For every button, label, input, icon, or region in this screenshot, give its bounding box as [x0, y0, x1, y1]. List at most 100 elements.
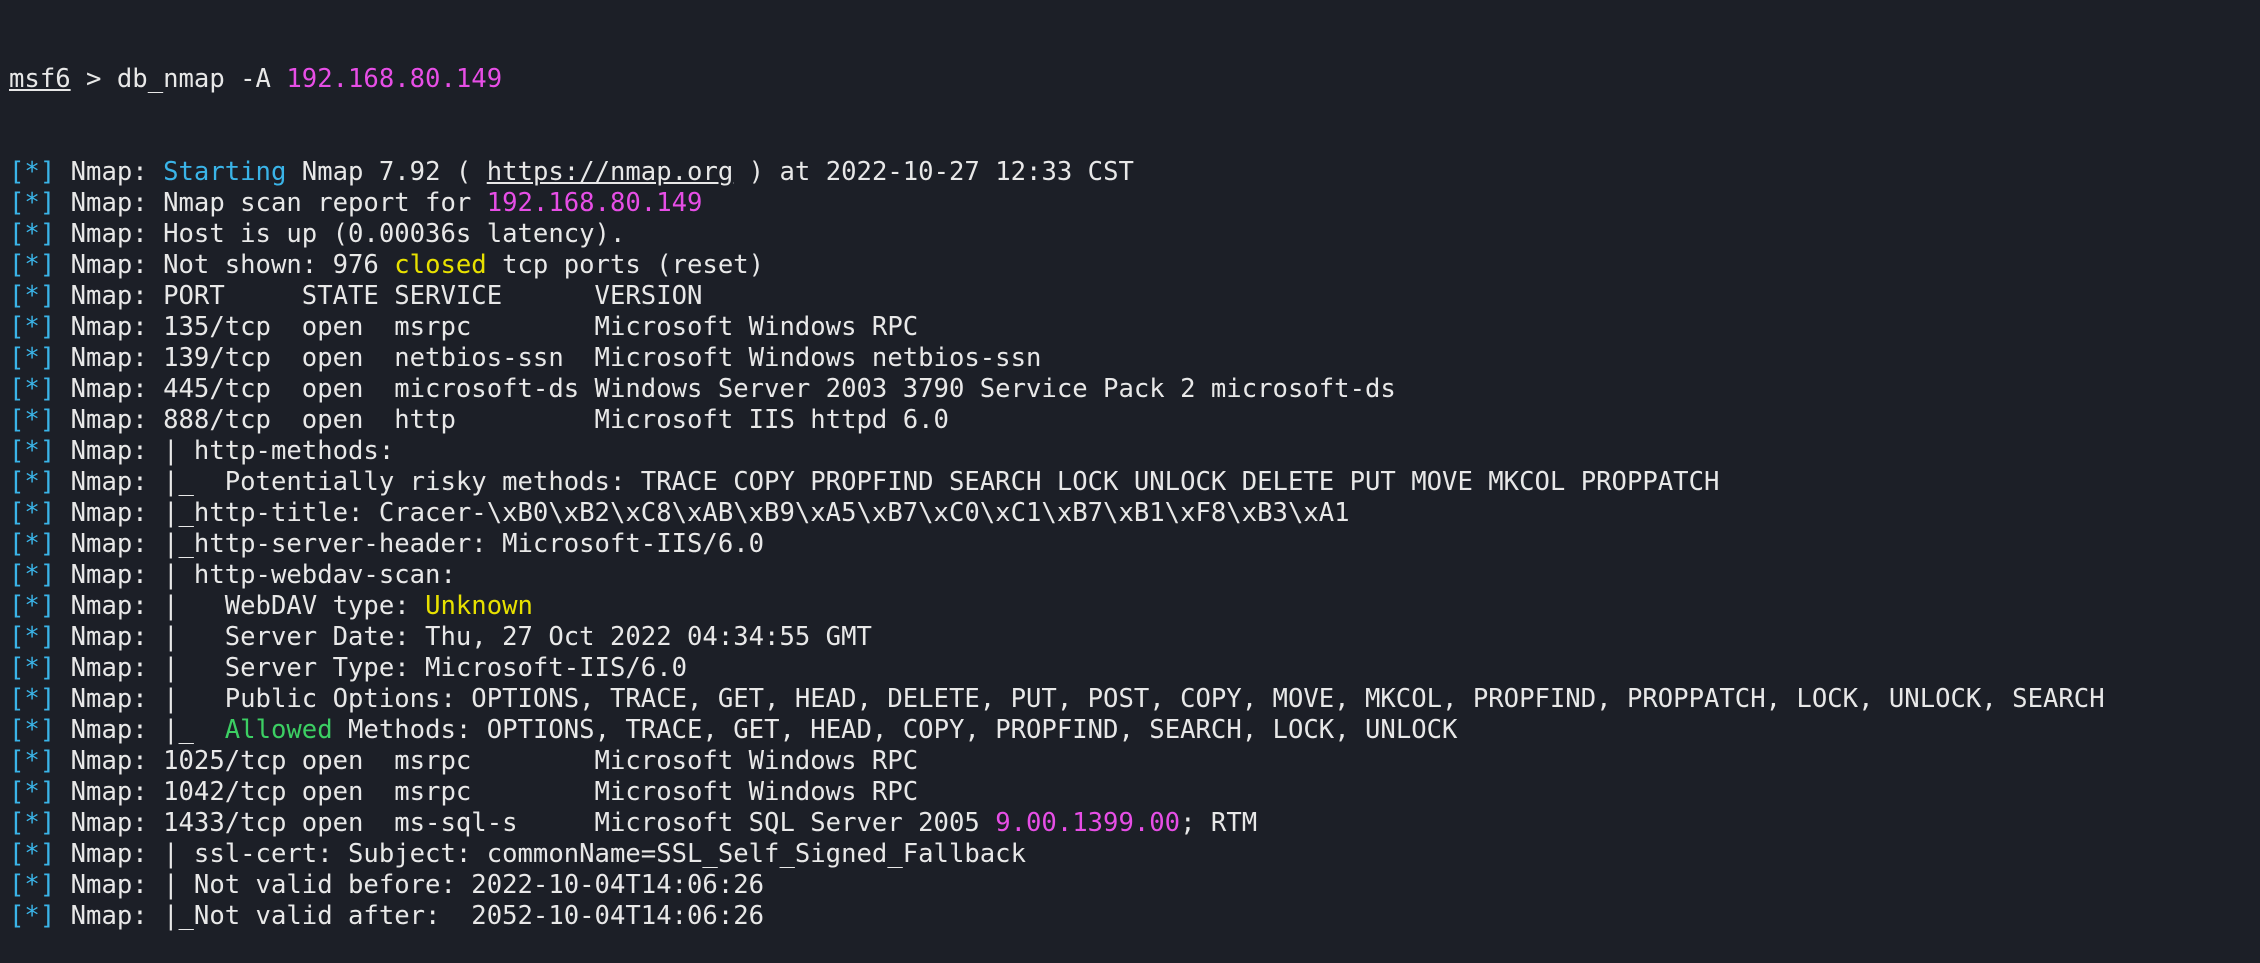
- output-line: [*] Nmap: | WebDAV type: Unknown: [9, 591, 2260, 622]
- line-prefix: Nmap:: [55, 498, 164, 528]
- line-prefix: Nmap:: [55, 436, 164, 466]
- line-prefix: Nmap:: [55, 653, 164, 683]
- output-line: [*] Nmap: | http-webdav-scan:: [9, 560, 2260, 591]
- output-text: Nmap scan report for: [163, 188, 487, 218]
- prompt-label: msf6: [9, 64, 71, 94]
- status-tag: [*]: [9, 467, 56, 497]
- output-text: 139/tcp open netbios-ssn Microsoft Windo…: [163, 343, 1042, 373]
- line-prefix: Nmap:: [55, 777, 164, 807]
- output-text: 1042/tcp open msrpc Microsoft Windows RP…: [163, 777, 919, 807]
- output-line: [*] Nmap: Not shown: 976 closed tcp port…: [9, 250, 2260, 281]
- line-prefix: Nmap:: [55, 374, 164, 404]
- output-text: 1025/tcp open msrpc Microsoft Windows RP…: [163, 746, 919, 776]
- status-tag: [*]: [9, 901, 56, 931]
- output-line: [*] Nmap: 1025/tcp open msrpc Microsoft …: [9, 746, 2260, 777]
- terminal-window[interactable]: msf6 > db_nmap -A 192.168.80.149 [*] Nma…: [0, 0, 2260, 931]
- output-text: |_ Potentially risky methods: TRACE COPY…: [163, 467, 1720, 497]
- output-text: | ssl-cert: Subject: commonName=SSL_Self…: [163, 839, 1026, 869]
- status-tag: [*]: [9, 560, 56, 590]
- line-prefix: Nmap:: [55, 684, 164, 714]
- output-line: [*] Nmap: |_ Potentially risky methods: …: [9, 467, 2260, 498]
- status-tag: [*]: [9, 374, 56, 404]
- command-line: msf6 > db_nmap -A 192.168.80.149: [9, 64, 2260, 95]
- status-tag: [*]: [9, 839, 56, 869]
- output-line: [*] Nmap: 135/tcp open msrpc Microsoft W…: [9, 312, 2260, 343]
- command-text: db_nmap -A: [116, 64, 287, 94]
- output-line: [*] Nmap: |_Not valid after: 2052-10-04T…: [9, 901, 2260, 932]
- output-text: | Server Type: Microsoft-IIS/6.0: [163, 653, 688, 683]
- line-prefix: Nmap:: [55, 343, 164, 373]
- output-text: Allowed: [224, 715, 333, 745]
- line-prefix: Nmap:: [55, 250, 164, 280]
- status-tag: [*]: [9, 188, 56, 218]
- status-tag: [*]: [9, 219, 56, 249]
- output-text: | http-webdav-scan:: [163, 560, 472, 590]
- output-text: 9.00.1399.00: [995, 808, 1181, 838]
- output-line: [*] Nmap: 888/tcp open http Microsoft II…: [9, 405, 2260, 436]
- output-text: | Public Options: OPTIONS, TRACE, GET, H…: [163, 684, 2105, 714]
- output-line: [*] Nmap: 1433/tcp open ms-sql-s Microso…: [9, 808, 2260, 839]
- output-line: [*] Nmap: Host is up (0.00036s latency).: [9, 219, 2260, 250]
- line-prefix: Nmap:: [55, 312, 164, 342]
- output-line: [*] Nmap: |_ Allowed Methods: OPTIONS, T…: [9, 715, 2260, 746]
- output-text: 445/tcp open microsoft-ds Windows Server…: [163, 374, 1396, 404]
- line-prefix: Nmap:: [55, 281, 164, 311]
- output-text: Host is up (0.00036s latency).: [163, 219, 626, 249]
- output-text: | WebDAV type:: [163, 591, 426, 621]
- status-tag: [*]: [9, 529, 56, 559]
- output-text: 1433/tcp open ms-sql-s Microsoft SQL Ser…: [163, 808, 996, 838]
- status-tag: [*]: [9, 157, 56, 187]
- status-tag: [*]: [9, 343, 56, 373]
- output-text: 888/tcp open http Microsoft IIS httpd 6.…: [163, 405, 949, 435]
- line-prefix: Nmap:: [55, 591, 164, 621]
- output-line: [*] Nmap: | Server Type: Microsoft-IIS/6…: [9, 653, 2260, 684]
- output-text: |_http-title: Cracer-\xB0\xB2\xC8\xAB\xB…: [163, 498, 1350, 528]
- line-prefix: Nmap:: [55, 188, 164, 218]
- output-line: [*] Nmap: |_http-server-header: Microsof…: [9, 529, 2260, 560]
- output-text: closed: [394, 250, 487, 280]
- output-text: | Not valid before: 2022-10-04T14:06:26: [163, 870, 765, 900]
- terminal-output: [*] Nmap: Starting Nmap 7.92 ( https://n…: [9, 157, 2260, 932]
- status-tag: [*]: [9, 498, 56, 528]
- line-prefix: Nmap:: [55, 529, 164, 559]
- status-tag: [*]: [9, 281, 56, 311]
- output-text: 135/tcp open msrpc Microsoft Windows RPC: [163, 312, 919, 342]
- status-tag: [*]: [9, 653, 56, 683]
- output-text: | http-methods:: [163, 436, 410, 466]
- output-line: [*] Nmap: 445/tcp open microsoft-ds Wind…: [9, 374, 2260, 405]
- output-text: Unknown: [425, 591, 533, 621]
- line-prefix: Nmap:: [55, 405, 164, 435]
- status-tag: [*]: [9, 250, 56, 280]
- output-line: [*] Nmap: | Server Date: Thu, 27 Oct 202…: [9, 622, 2260, 653]
- nmap-link[interactable]: https://nmap.org: [487, 157, 734, 187]
- line-prefix: Nmap:: [55, 622, 164, 652]
- output-text: Nmap 7.92 (: [286, 157, 487, 187]
- output-line: [*] Nmap: Starting Nmap 7.92 ( https://n…: [9, 157, 2260, 188]
- output-line: [*] Nmap: 139/tcp open netbios-ssn Micro…: [9, 343, 2260, 374]
- output-text: Not shown: 976: [163, 250, 395, 280]
- output-text: |_Not valid after: 2052-10-04T14:06:26: [163, 901, 765, 931]
- line-prefix: Nmap:: [55, 808, 164, 838]
- output-text: PORT STATE SERVICE VERSION: [163, 281, 703, 311]
- output-line: [*] Nmap: |_http-title: Cracer-\xB0\xB2\…: [9, 498, 2260, 529]
- output-text: ) at 2022-10-27 12:33 CST: [733, 157, 1134, 187]
- output-text: tcp ports (reset): [486, 250, 765, 280]
- output-text: Methods: OPTIONS, TRACE, GET, HEAD, COPY…: [332, 715, 1458, 745]
- status-tag: [*]: [9, 622, 56, 652]
- output-text: | Server Date: Thu, 27 Oct 2022 04:34:55…: [163, 622, 872, 652]
- output-line: [*] Nmap: 1042/tcp open msrpc Microsoft …: [9, 777, 2260, 808]
- status-tag: [*]: [9, 746, 56, 776]
- status-tag: [*]: [9, 436, 56, 466]
- output-line: [*] Nmap: PORT STATE SERVICE VERSION: [9, 281, 2260, 312]
- status-tag: [*]: [9, 777, 56, 807]
- status-tag: [*]: [9, 405, 56, 435]
- status-tag: [*]: [9, 591, 56, 621]
- line-prefix: Nmap:: [55, 157, 164, 187]
- line-prefix: Nmap:: [55, 901, 164, 931]
- status-tag: [*]: [9, 715, 56, 745]
- output-line: [*] Nmap: | http-methods:: [9, 436, 2260, 467]
- output-line: [*] Nmap: | ssl-cert: Subject: commonNam…: [9, 839, 2260, 870]
- line-prefix: Nmap:: [55, 219, 164, 249]
- prompt-separator: >: [70, 64, 117, 94]
- line-prefix: Nmap:: [55, 715, 164, 745]
